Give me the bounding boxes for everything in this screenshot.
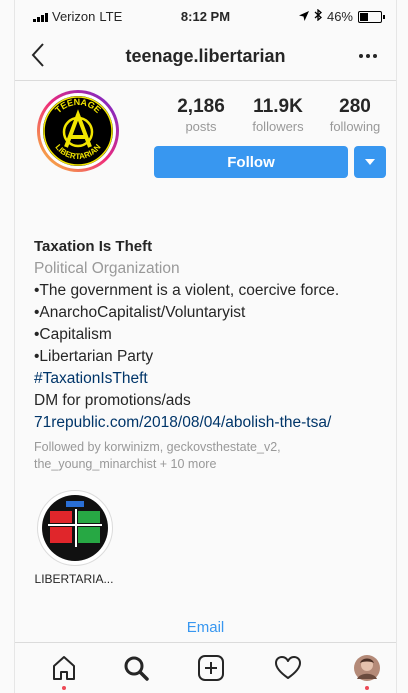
home-icon [53,656,75,680]
suggested-dropdown-button[interactable] [354,146,386,178]
bio-line: •AnarchoCapitalist/Voluntaryist [34,304,246,321]
highlight-ring [37,490,113,566]
stat-label: followers [252,119,304,134]
stat-posts[interactable]: 2,186 posts [165,96,237,134]
bluetooth-icon [314,8,322,24]
profile-bio: Taxation Is Theft Political Organization… [34,236,386,473]
bio-line: •Libertarian Party [34,348,154,365]
tab-new-post[interactable] [196,653,226,683]
bio-line: •Capitalism [34,326,112,343]
stat-following[interactable]: 280 following [319,96,391,134]
story-highlight[interactable]: LIBERTARIA... [34,490,114,586]
highlight-cover-icon [42,495,108,561]
stat-label: following [329,119,381,134]
battery-icon [358,10,385,23]
bio-dm-line: DM for promotions/ads [34,392,191,409]
anarcho-logo-icon: TEENAGE LIBERTARIAN [43,96,113,166]
bottom-tab-bar [15,642,396,693]
profile-header: teenage.libertarian [15,32,396,81]
add-icon [198,655,224,681]
more-horizontal-icon [359,54,377,58]
bio-hashtag-link[interactable]: #TaxationIsTheft [34,368,386,390]
stat-value: 11.9K [253,96,303,117]
chevron-down-icon [365,159,375,165]
email-contact-button[interactable]: Email [15,619,396,636]
profile-stats: 2,186 posts 11.9K followers 280 followin… [165,96,391,134]
stat-label: posts [185,119,217,134]
follow-button[interactable]: Follow [154,146,348,178]
profile-username: teenage.libertarian [125,46,286,66]
location-icon [298,9,309,24]
profile-category: Political Organization [34,260,180,277]
heart-icon [275,656,301,679]
highlight-label: LIBERTARIA... [34,572,114,586]
profile-avatar[interactable]: TEENAGE LIBERTARIAN [37,90,119,172]
bio-line: •The government is a violent, coercive f… [34,282,340,299]
profile-avatar [354,655,380,681]
profile-display-name: Taxation Is Theft [34,238,153,255]
followed-by-text[interactable]: Followed by korwinizm, geckovsthestate_v… [34,439,386,473]
more-options-button[interactable] [358,42,378,65]
tab-activity[interactable] [273,653,303,683]
search-icon [124,656,149,681]
tab-search[interactable] [121,653,151,683]
stat-followers[interactable]: 11.9K followers [242,96,314,134]
tab-profile[interactable] [352,653,382,690]
bio-website-link[interactable]: 71republic.com/2018/08/04/abolish-the-ts… [34,412,386,434]
status-bar: Verizon LTE 8:12 PM 46% [15,0,396,32]
stat-value: 2,186 [177,96,225,117]
battery-percent: 46% [326,9,353,24]
stat-value: 280 [339,96,371,117]
tab-home[interactable] [49,653,79,690]
status-right: 46% [298,8,385,24]
phone-screen: Verizon LTE 8:12 PM 46% teenage.libertar… [14,0,397,693]
